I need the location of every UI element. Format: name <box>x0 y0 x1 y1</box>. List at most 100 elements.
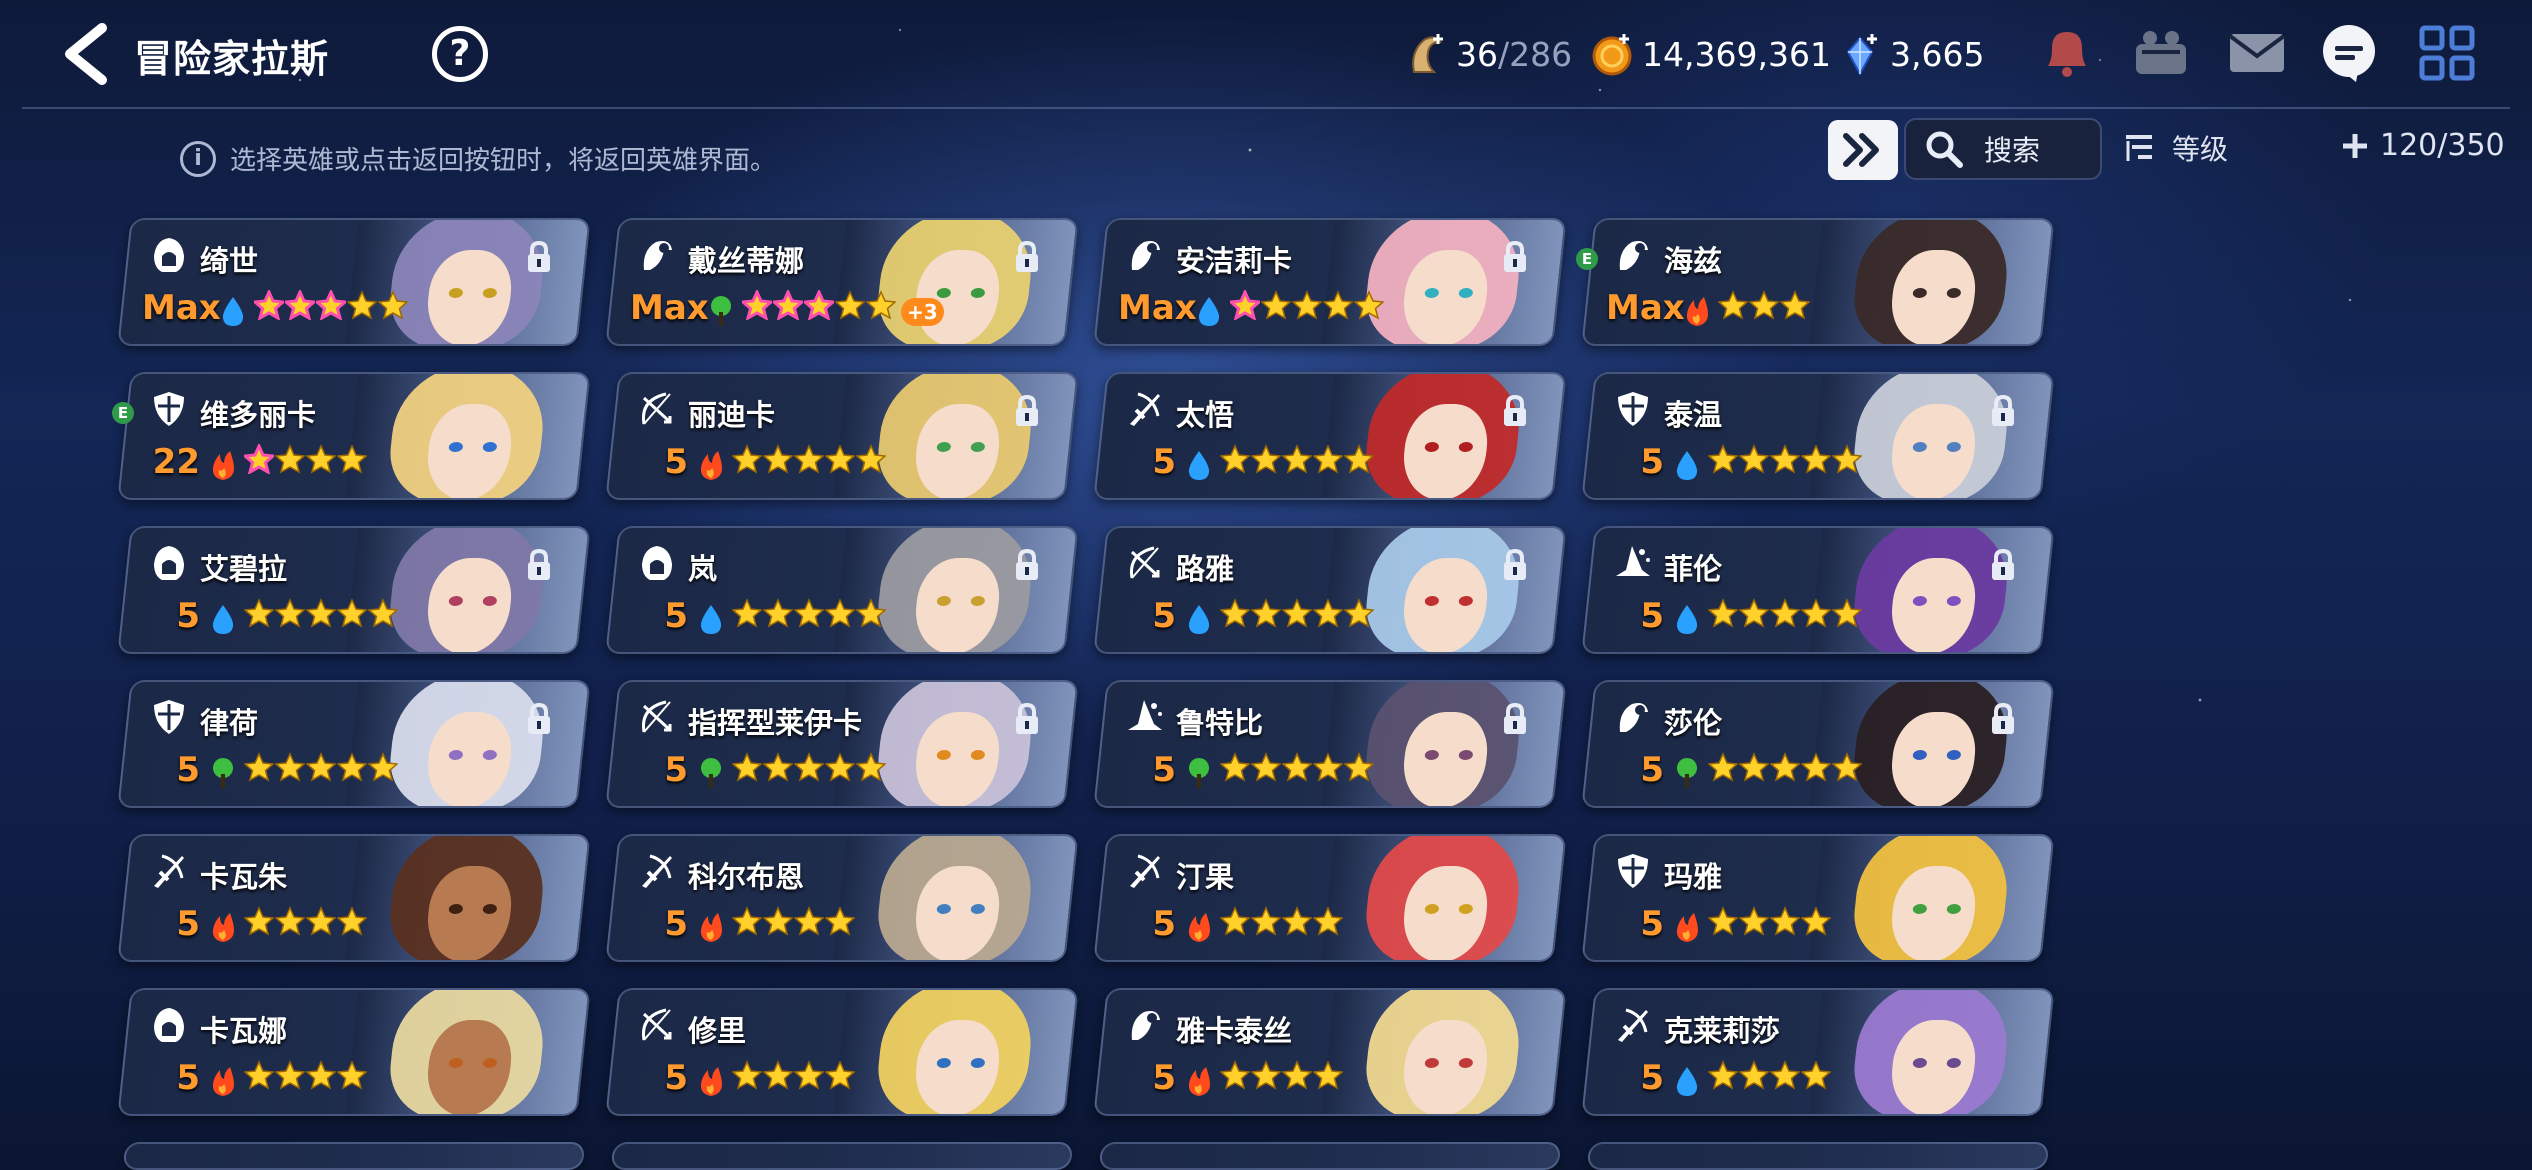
stamina-counter[interactable]: 36 /286 <box>1404 28 1572 80</box>
star-icon <box>244 906 274 936</box>
search-icon <box>1926 131 1963 168</box>
gem-counter[interactable]: 3,665 <box>1838 28 1984 80</box>
hero-card[interactable]: 卡瓦娜 5 <box>117 988 591 1116</box>
hero-card[interactable]: 鲁特比 5 <box>1093 680 1567 808</box>
star-icon <box>316 290 346 320</box>
hero-card-partial[interactable] <box>122 1142 586 1170</box>
lock-icon[interactable] <box>524 702 554 736</box>
hero-card[interactable]: 菲伦 5 <box>1581 526 2055 654</box>
lock-icon[interactable] <box>1500 548 1530 582</box>
lock-icon[interactable] <box>524 548 554 582</box>
lock-icon[interactable] <box>1500 394 1530 428</box>
hero-card[interactable]: 莎伦 5 <box>1581 680 2055 808</box>
star-icon <box>794 752 824 782</box>
star-icon <box>1801 1060 1831 1090</box>
help-button[interactable]: ? <box>432 26 488 82</box>
star-icon <box>337 444 367 474</box>
hero-level: Max <box>142 288 221 328</box>
star-rating <box>244 444 368 474</box>
hero-card-partial[interactable] <box>1586 1142 2050 1170</box>
star-rating <box>244 906 368 936</box>
hero-card[interactable]: 克莱莉莎 5 <box>1581 988 2055 1116</box>
hero-card[interactable]: 路雅 5 <box>1093 526 1567 654</box>
star-icon <box>337 1060 367 1090</box>
star-icon <box>368 598 398 628</box>
chat-icon[interactable] <box>2316 20 2382 86</box>
star-icon <box>337 598 367 628</box>
water-element-icon <box>1676 605 1698 634</box>
hero-card[interactable]: 科尔布恩 5 <box>605 834 1079 962</box>
earth-element-icon <box>213 758 233 788</box>
star-rating <box>254 290 409 320</box>
hero-card[interactable]: 戴丝蒂娜 Max +3 <box>605 218 1079 346</box>
grid-menu-icon[interactable] <box>2414 20 2480 86</box>
lock-icon[interactable] <box>1988 394 2018 428</box>
hero-card[interactable]: 修里 5 <box>605 988 1079 1116</box>
fast-forward-button[interactable] <box>1828 120 1898 180</box>
team-icon[interactable] <box>2128 20 2194 86</box>
sort-button[interactable]: 等级 <box>2124 128 2228 168</box>
star-rating <box>1220 906 1344 936</box>
sword-class-icon <box>642 854 672 888</box>
lock-icon[interactable] <box>1012 394 1042 428</box>
hero-card[interactable]: 安洁莉卡 Max <box>1093 218 1567 346</box>
search-input[interactable]: 搜索 <box>1904 118 2102 180</box>
star-icon <box>306 444 336 474</box>
hero-card[interactable]: E 维多丽卡 22 <box>112 372 591 500</box>
lock-icon[interactable] <box>1012 702 1042 736</box>
star-icon <box>337 752 367 782</box>
hero-card[interactable]: 岚5 <box>605 526 1079 654</box>
hero-name: 莎伦 <box>1664 706 1723 740</box>
lock-icon[interactable] <box>1012 548 1042 582</box>
back-arrow-icon[interactable] <box>58 22 114 86</box>
hero-card[interactable]: 卡瓦朱 5 <box>117 834 591 962</box>
hero-card[interactable]: 律荷 5 <box>117 680 591 808</box>
star-icon <box>1770 598 1800 628</box>
star-icon <box>1708 598 1738 628</box>
hero-card[interactable]: 雅卡泰丝 5 <box>1093 988 1567 1116</box>
hero-card[interactable]: 太悟 5 <box>1093 372 1567 500</box>
bell-icon[interactable] <box>2034 20 2100 86</box>
hero-card[interactable]: 汀果 5 <box>1093 834 1567 962</box>
hero-card[interactable]: 丽迪卡 5 <box>605 372 1079 500</box>
star-icon <box>1708 1060 1738 1090</box>
hero-name: 绮世 <box>200 244 259 278</box>
hero-portrait <box>833 218 1077 346</box>
hero-portrait <box>1321 372 1565 500</box>
hero-portrait <box>833 988 1077 1116</box>
sword-class-icon <box>1618 1008 1648 1042</box>
star-rating <box>1220 598 1375 628</box>
lock-icon[interactable] <box>1988 548 2018 582</box>
earth-element-icon <box>1677 758 1697 788</box>
hero-name: 维多丽卡 <box>200 398 317 432</box>
star-icon <box>306 598 336 628</box>
lock-icon[interactable] <box>1012 240 1042 274</box>
stamina-current: 36 <box>1456 34 1498 74</box>
hero-card[interactable]: E 海兹 Max <box>1576 218 2055 346</box>
hero-card[interactable]: 泰温 5 <box>1581 372 2055 500</box>
header-divider <box>22 107 2510 109</box>
page-title: 冒险家拉斯 <box>134 37 330 81</box>
hero-card[interactable]: 指挥型莱伊卡 5 <box>605 680 1079 808</box>
lock-icon[interactable] <box>1988 702 2018 736</box>
star-rating <box>1230 290 1385 320</box>
gold-counter[interactable]: 14,369,361 <box>1590 28 1831 80</box>
mail-icon[interactable] <box>2224 20 2290 86</box>
hero-portrait <box>1321 834 1565 962</box>
lock-icon[interactable] <box>1500 702 1530 736</box>
exclusive-equipment-badge: E <box>112 402 134 424</box>
hero-capacity[interactable]: 120/350 <box>2340 128 2505 163</box>
hero-card-partial[interactable] <box>1098 1142 1562 1170</box>
hero-card[interactable]: 艾碧拉 5 <box>117 526 591 654</box>
hero-card-partial[interactable] <box>610 1142 1074 1170</box>
star-rating <box>732 752 887 782</box>
earth-element-icon <box>711 296 731 326</box>
star-icon <box>773 290 803 320</box>
hero-card[interactable]: 玛雅 5 <box>1581 834 2055 962</box>
water-element-icon <box>1676 1067 1698 1096</box>
star-icon <box>1739 444 1769 474</box>
hero-card[interactable]: 绮世 Max <box>117 218 591 346</box>
lock-icon[interactable] <box>524 240 554 274</box>
lock-icon[interactable] <box>1500 240 1530 274</box>
star-icon <box>763 444 793 474</box>
